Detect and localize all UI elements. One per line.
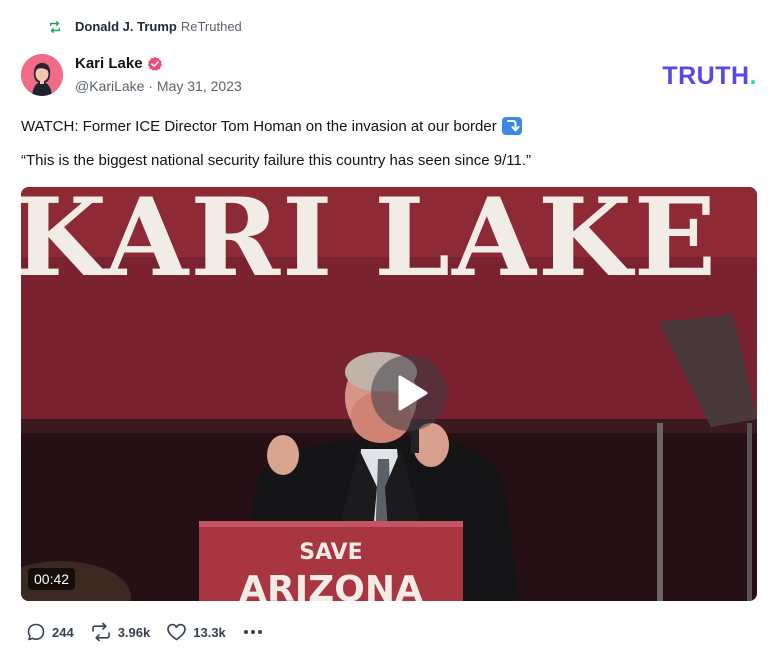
author-avatar[interactable]	[21, 54, 63, 96]
reply-icon	[27, 623, 45, 641]
author-name-link[interactable]: Kari Lake	[75, 55, 143, 72]
like-button[interactable]: 13.3k	[166, 622, 226, 642]
author-handle[interactable]: @KariLake	[75, 78, 144, 94]
play-icon	[398, 375, 428, 411]
retruth-button[interactable]: 3.96k	[90, 622, 151, 642]
more-button[interactable]	[242, 622, 270, 642]
reply-button[interactable]: 244	[26, 622, 74, 642]
post-text-line-2: “This is the biggest national security f…	[21, 152, 531, 169]
verified-badge-icon	[147, 56, 162, 71]
truth-logo[interactable]: TRUTH.	[662, 62, 757, 91]
heart-icon	[167, 623, 187, 641]
more-icon	[243, 630, 262, 634]
post-text-1: WATCH: Former ICE Director Tom Homan on …	[21, 117, 497, 135]
play-button[interactable]	[371, 355, 447, 431]
truth-logo-text: TRUTH	[662, 62, 750, 90]
truth-logo-dot: .	[749, 62, 757, 90]
retruth-count: 3.96k	[117, 624, 151, 640]
video-player[interactable]: KARI LAKE SAVE ARIZONA 00:42	[21, 187, 757, 601]
retruth-icon	[49, 20, 61, 33]
retruth-action-label: ReTruthed	[180, 19, 242, 34]
banner-text: KARI LAKE	[21, 187, 718, 301]
retruth-user-link[interactable]: Donald J. Trump	[75, 19, 177, 34]
post-date[interactable]: May 31, 2023	[157, 78, 242, 94]
post-text-line-1: WATCH: Former ICE Director Tom Homan on …	[21, 117, 522, 135]
podium-text-2: ARIZONA	[239, 569, 423, 601]
video-duration: 00:42	[28, 568, 76, 590]
retruth-header: Donald J. Trump ReTruthed	[48, 19, 242, 34]
podium-text-1: SAVE	[299, 540, 362, 565]
meta-separator: ·	[148, 78, 154, 94]
action-bar: 244 3.96k 13.3k	[26, 622, 286, 642]
like-count: 13.3k	[193, 624, 226, 640]
retruth-action-icon	[91, 622, 110, 642]
reply-count: 244	[52, 624, 74, 640]
author-info: Kari Lake @KariLake · May 31, 2023	[75, 55, 242, 94]
right-arrow-curving-down-icon	[501, 117, 522, 135]
